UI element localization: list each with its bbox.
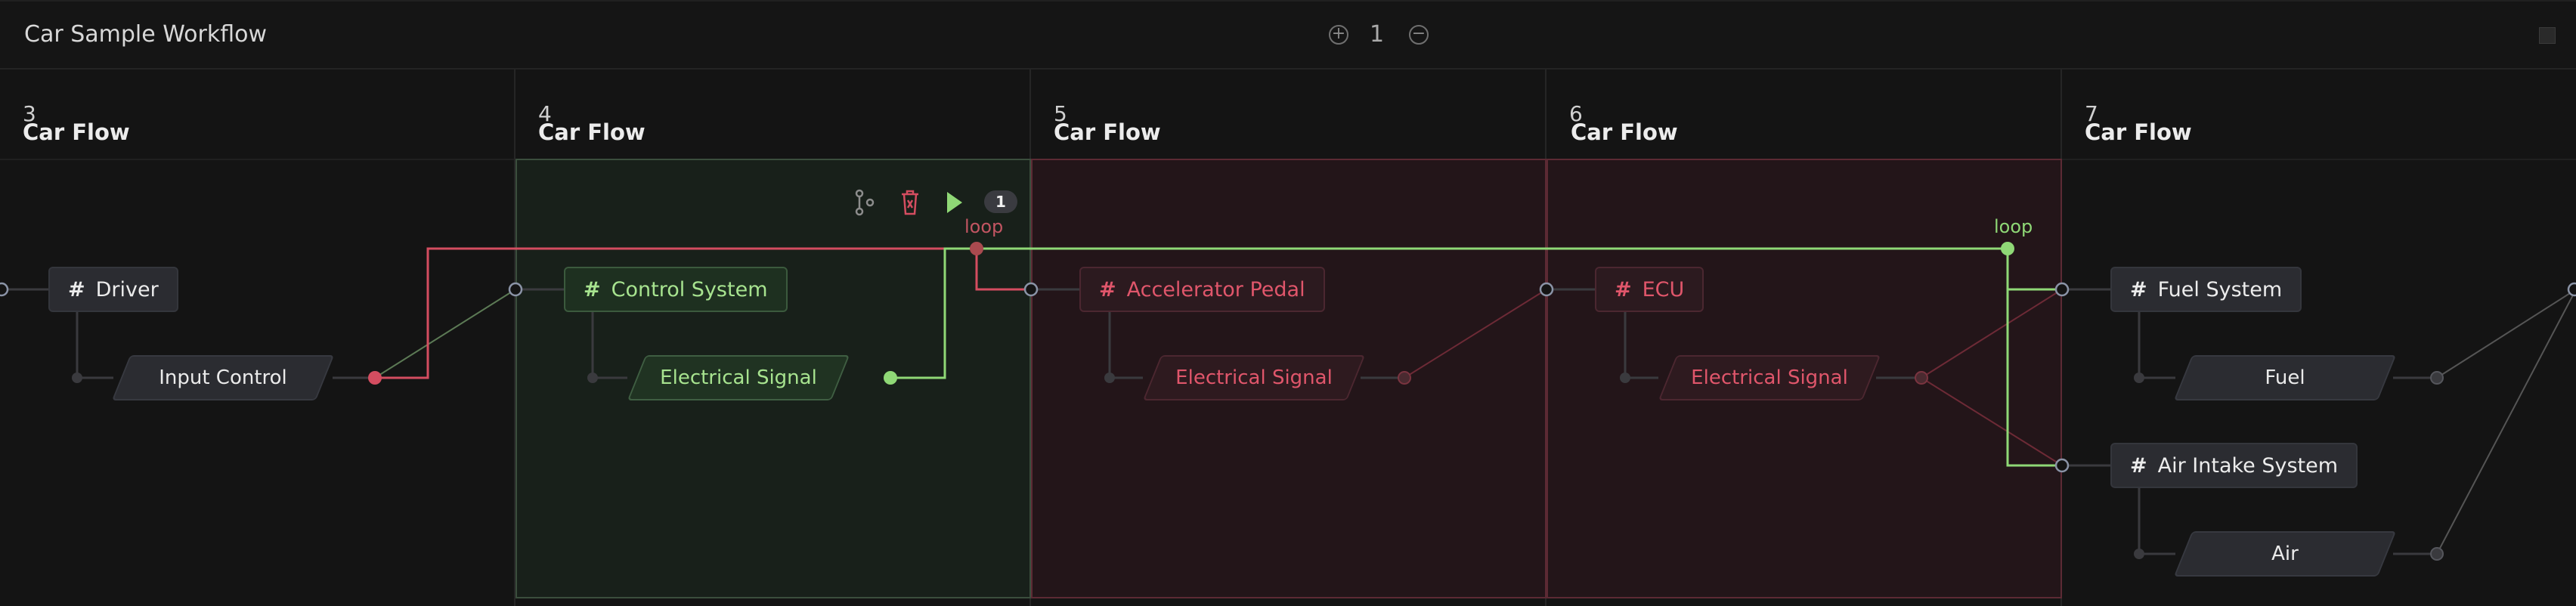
param-label: Air [2271,543,2299,565]
loop-label-red: loop [964,216,1004,237]
delete-icon[interactable] [899,189,921,216]
param-label: Electrical Signal [1175,366,1333,389]
param-fuel[interactable]: Fuel [2173,355,2397,400]
node-control-system[interactable]: # Control System [564,267,788,312]
node-label: Driver [95,278,159,301]
node-label: ECU [1642,278,1685,301]
node-air-intake-system[interactable]: # Air Intake System [2110,443,2358,488]
hash-icon: # [2130,454,2147,478]
node-fuel-system[interactable]: # Fuel System [2110,267,2302,312]
node-label: Air Intake System [2157,454,2339,478]
param-air[interactable]: Air [2173,531,2397,577]
hash-icon: # [68,278,85,301]
branch-icon[interactable] [854,189,875,216]
loop-label-green: loop [1994,216,2033,237]
node-ecu[interactable]: # ECU [1595,267,1704,312]
play-icon[interactable] [943,189,964,216]
hash-icon: # [1099,278,1116,301]
param-label: Electrical Signal [1691,366,1848,389]
param-electrical-signal[interactable]: Electrical Signal [1658,355,1881,400]
node-driver[interactable]: # Driver [48,267,178,312]
param-electrical-signal[interactable]: Electrical Signal [627,355,850,400]
param-label: Fuel [2265,366,2305,389]
node-label: Control System [611,278,768,301]
hash-icon: # [584,278,601,301]
hash-icon: # [1615,278,1632,301]
run-count-badge: 1 [984,190,1017,213]
hash-icon: # [2130,278,2147,301]
param-label: Electrical Signal [660,366,817,389]
node-label: Fuel System [2157,278,2283,301]
node-label: Accelerator Pedal [1126,278,1305,301]
param-input-control[interactable]: Input Control [111,355,335,400]
node-accelerator-pedal[interactable]: # Accelerator Pedal [1079,267,1325,312]
param-electrical-signal[interactable]: Electrical Signal [1142,355,1366,400]
param-label: Input Control [159,366,287,389]
